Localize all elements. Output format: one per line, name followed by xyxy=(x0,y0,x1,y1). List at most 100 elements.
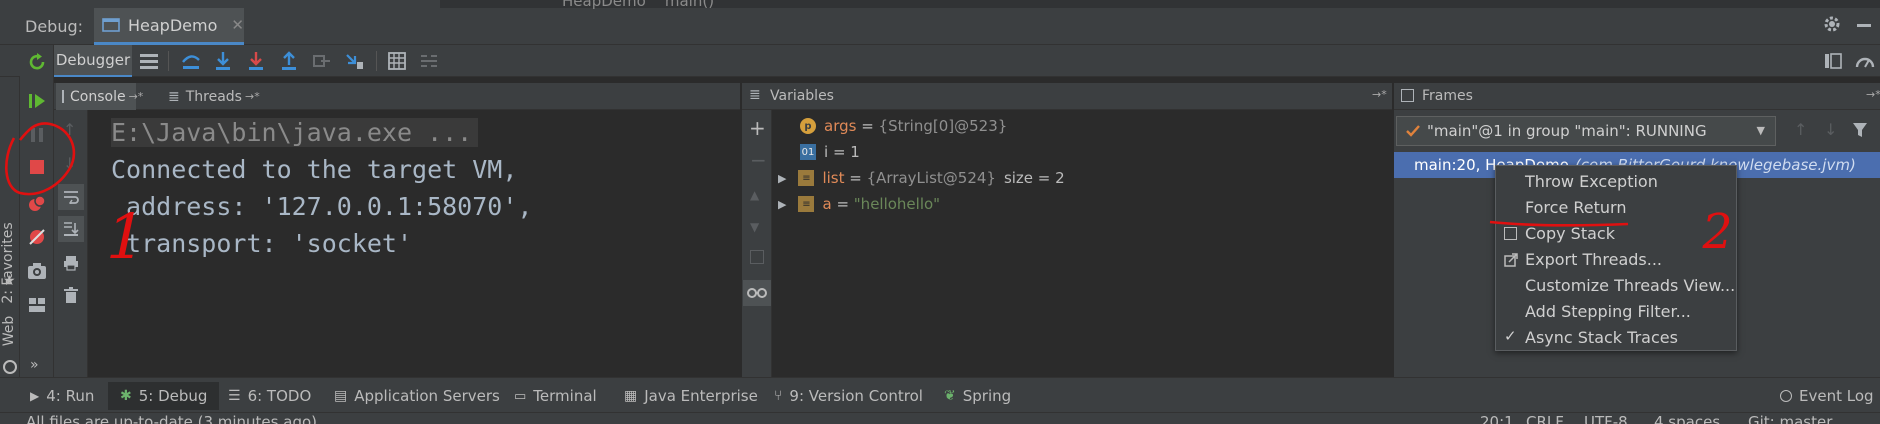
variables-gutter: + − ▲ ▼ xyxy=(742,110,772,377)
pin-icon: →* xyxy=(128,90,144,103)
scroll-up-icon[interactable]: ↑ xyxy=(63,120,76,139)
camera-icon[interactable] xyxy=(23,257,51,285)
threads-icon: ≣ xyxy=(168,88,180,105)
frame-down-icon[interactable]: ↓ xyxy=(1824,120,1837,139)
tool-tab-app-servers[interactable]: ▤ Application Servers xyxy=(334,384,500,408)
menu-item-async-stack-traces[interactable]: ✓ Async Stack Traces xyxy=(1496,325,1736,351)
session-tab[interactable]: HeapDemo ✕ xyxy=(94,8,244,45)
status-position[interactable]: 20:1 xyxy=(1480,413,1514,424)
variable-row-i[interactable]: 01 i = 1 xyxy=(800,140,860,164)
check-icon: ✓ xyxy=(1504,327,1517,345)
soft-wrap-icon[interactable] xyxy=(58,184,84,210)
tool-tab-label: 6: TODO xyxy=(247,387,312,405)
menu-item-add-stepping-filter[interactable]: Add Stepping Filter... xyxy=(1496,299,1736,325)
status-message: All files are up-to-date (3 minutes ago) xyxy=(26,413,317,424)
console-tabs-bar: Console →* ≣ Threads →* xyxy=(54,83,740,110)
console-output[interactable]: E:\Java\bin\java.exe ... Connected to th… xyxy=(88,110,740,377)
expand-arrow-icon[interactable]: ▶ xyxy=(778,172,786,185)
menu-item-force-return[interactable]: Force Return xyxy=(1496,195,1736,221)
tool-tab-terminal[interactable]: ▭ Terminal xyxy=(514,384,597,408)
variable-eq: = xyxy=(828,143,851,161)
menu-item-customize-threads[interactable]: Customize Threads View... xyxy=(1496,273,1736,299)
remove-watch-icon[interactable]: − xyxy=(750,148,767,172)
tool-tab-todo[interactable]: ☰ 6: TODO xyxy=(228,384,311,408)
variable-row-list[interactable]: ▶ ≡ list = {ArrayList@524} size = 2 xyxy=(778,166,1065,190)
menu-item-throw-exception[interactable]: Throw Exception xyxy=(1496,169,1736,195)
scroll-down-icon[interactable]: ↓ xyxy=(63,154,76,173)
tool-tab-debug[interactable]: ✱ 5: Debug xyxy=(108,382,220,410)
run-to-cursor-icon[interactable] xyxy=(342,48,368,74)
step-into-icon[interactable] xyxy=(243,48,269,74)
view-breakpoints-icon[interactable] xyxy=(23,190,51,218)
duplicate-icon[interactable] xyxy=(750,250,764,264)
tab-threads-label: Threads xyxy=(185,88,242,105)
variable-row-a[interactable]: ▶ ≡ a = "hellohello" xyxy=(778,192,940,216)
tool-tab-spring[interactable]: ❦ Spring xyxy=(944,384,1011,408)
close-icon[interactable]: ✕ xyxy=(231,16,244,34)
tool-tab-label: 5: Debug xyxy=(138,387,208,405)
clear-all-icon[interactable] xyxy=(64,287,78,303)
menu-item-label: Throw Exception xyxy=(1525,172,1658,191)
filter-icon[interactable] xyxy=(1852,122,1868,138)
step-out-icon[interactable] xyxy=(276,48,302,74)
step-over-icon[interactable] xyxy=(210,48,236,74)
primitive-icon: 01 xyxy=(800,144,816,160)
debug-action-bar: » xyxy=(20,45,54,377)
minimize-icon[interactable] xyxy=(1857,24,1871,27)
drop-frame-icon[interactable] xyxy=(309,48,335,74)
star-icon[interactable]: ★ xyxy=(3,273,16,289)
export-icon xyxy=(1504,253,1518,267)
web-tool-tab[interactable]: Web xyxy=(0,307,20,357)
pin-icon[interactable]: →* xyxy=(1866,88,1880,101)
tool-tab-label: Spring xyxy=(962,387,1012,405)
pin-icon[interactable]: →* xyxy=(1372,88,1387,101)
resume-icon[interactable] xyxy=(23,87,51,115)
globe-icon[interactable] xyxy=(3,360,17,374)
evaluate-expression-icon[interactable] xyxy=(384,48,410,74)
status-encoding[interactable]: UTF-8 xyxy=(1584,413,1628,424)
tool-tab-label: Terminal xyxy=(533,387,597,405)
rerun-icon[interactable] xyxy=(23,48,51,76)
expand-arrow-icon[interactable]: ▶ xyxy=(778,198,786,211)
todo-icon: ☰ xyxy=(228,388,241,404)
enterprise-icon: ▦ xyxy=(624,388,638,404)
tool-tab-event-log[interactable]: Event Log xyxy=(1780,384,1874,408)
tab-console-label: Console xyxy=(70,88,126,105)
show-execution-point-icon[interactable] xyxy=(178,48,204,74)
gauge-icon[interactable] xyxy=(1852,48,1878,74)
status-line-separator[interactable]: CRLF xyxy=(1526,413,1564,424)
tool-tab-java-enterprise[interactable]: ▦ Java Enterprise xyxy=(624,384,758,408)
thread-selector[interactable]: "main"@1 in group "main": RUNNING ▼ xyxy=(1396,116,1776,146)
scroll-to-end-icon[interactable] xyxy=(58,216,84,242)
mute-breakpoints-icon[interactable] xyxy=(23,223,51,251)
restore-layout-icon[interactable] xyxy=(1820,48,1846,74)
layout-settings-icon[interactable] xyxy=(23,291,51,319)
add-watch-icon[interactable]: + xyxy=(749,116,766,140)
debugger-tab[interactable]: Debugger xyxy=(54,45,132,77)
layout-icon[interactable] xyxy=(136,48,162,74)
chevron-down-icon: ▼ xyxy=(1756,124,1765,137)
pin-icon: →* xyxy=(244,90,260,103)
gear-icon[interactable] xyxy=(1822,14,1842,34)
stop-icon[interactable] xyxy=(23,153,51,181)
frame-up-icon[interactable]: ↑ xyxy=(1794,120,1807,139)
tab-threads[interactable]: ≣ Threads →* xyxy=(164,83,264,110)
glasses-icon[interactable] xyxy=(743,280,771,306)
console-line: E:\Java\bin\java.exe ... xyxy=(111,118,479,147)
print-icon[interactable] xyxy=(63,255,79,271)
pause-icon[interactable] xyxy=(23,121,51,149)
trace-stream-icon[interactable] xyxy=(416,48,442,74)
variable-row-args[interactable]: p args = {String[0]@523} xyxy=(800,114,1007,138)
more-icon[interactable]: » xyxy=(30,357,39,373)
variable-value: {ArrayList@524} xyxy=(866,169,996,187)
status-indent[interactable]: 4 spaces xyxy=(1654,413,1720,424)
tool-tab-version-control[interactable]: ⑂ 9: Version Control xyxy=(774,384,923,408)
move-up-icon[interactable]: ▲ xyxy=(750,188,759,202)
tool-tab-label: Application Servers xyxy=(354,387,500,405)
session-tab-label: HeapDemo xyxy=(128,15,218,35)
move-down-icon[interactable]: ▼ xyxy=(750,220,759,234)
tool-tab-run[interactable]: ▶ 4: Run xyxy=(30,384,94,408)
tab-console[interactable]: Console →* xyxy=(56,83,143,110)
breadcrumb[interactable]: HeapDemo main() xyxy=(562,0,714,10)
status-git-branch[interactable]: Git: master xyxy=(1748,413,1832,424)
